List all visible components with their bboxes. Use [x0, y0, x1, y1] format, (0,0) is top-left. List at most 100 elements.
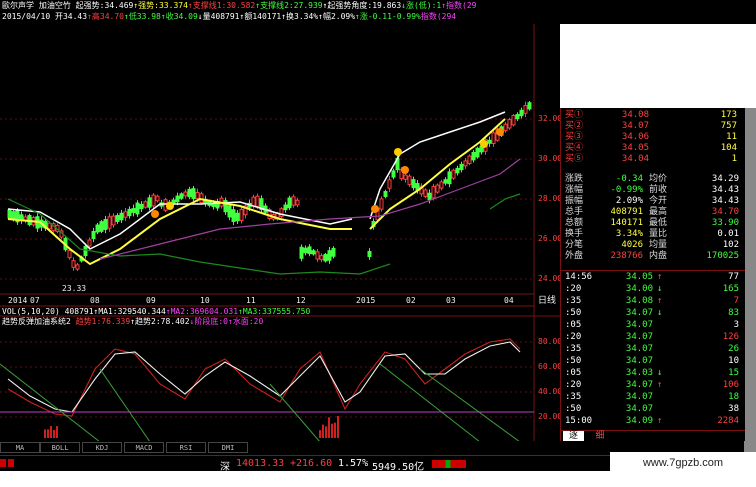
tab-rsi[interactable]: RSI	[166, 442, 206, 453]
header1-seg-7: ↑指数(29	[441, 1, 477, 10]
candle-body	[451, 169, 456, 179]
header2-seg-8: ↑涨-0.11-0.99%	[355, 12, 421, 21]
stat-value: 34.70	[711, 207, 739, 217]
period-label[interactable]: 日线	[538, 296, 556, 306]
stat-value: 4026	[621, 240, 643, 250]
stat-row: 分笔 4026 均量 102	[563, 240, 743, 251]
empty-region	[560, 24, 756, 108]
tab-macd[interactable]: MACD	[124, 442, 164, 453]
stat-value: -0.99%	[610, 185, 643, 195]
signal-marker-icon	[480, 140, 488, 148]
signal-marker-icon	[151, 210, 159, 218]
candle-body	[491, 132, 496, 145]
candle-body	[67, 249, 72, 259]
stat-row: 外盘 238766 内盘 170025	[563, 251, 743, 262]
tick-time: 15:00	[565, 416, 593, 426]
header1-seg-2: ↑强势:33.374	[133, 1, 188, 10]
indicator-tick: 60.00	[538, 362, 563, 371]
price-tick: 30.00	[538, 154, 563, 163]
tick-row: :35 34.08 ↑ 7	[563, 296, 743, 307]
stat-label: 最低	[649, 218, 668, 228]
candle-body	[179, 193, 184, 199]
signal-marker-icon	[394, 148, 402, 156]
tick-price: 34.03	[625, 368, 653, 378]
candle-body	[11, 211, 16, 220]
candle-body	[459, 163, 464, 171]
candle-body	[123, 211, 128, 218]
bid-label: 买③	[565, 132, 584, 142]
ind-seg-4: ↑水面:20	[228, 317, 264, 326]
indicator-tick: 20.00	[538, 412, 563, 421]
bid-level-row: 买① 34.08 173	[563, 110, 743, 121]
tab-boll[interactable]: BOLL	[40, 442, 80, 453]
tick-volume: 15	[728, 368, 739, 378]
candle-body	[135, 202, 140, 215]
candle-body	[291, 196, 296, 206]
stat-value: 408791	[610, 207, 643, 217]
stat-row: 振幅 2.09% 今开 34.43	[563, 196, 743, 207]
date-tick: 2014	[8, 296, 28, 305]
header1-seg-0: 歐尔声学 加油空竹	[2, 1, 71, 10]
tab-dmi[interactable]: DMI	[208, 442, 248, 453]
tick-arrow: ↑	[657, 272, 663, 282]
date-tick: 07	[30, 296, 40, 305]
tick-time: :20	[565, 332, 582, 342]
tick-arrow: ↑	[657, 296, 663, 306]
header2-seg-4: ↓量408791	[197, 12, 240, 21]
tick-arrow: ↓	[657, 308, 663, 318]
candle-body	[527, 102, 532, 110]
ind-seg-1: 趋势1:76.339	[70, 317, 131, 326]
bottom-tab-1[interactable]: 细	[589, 431, 610, 441]
bid-level-row: 买⑤ 34.04 1	[563, 154, 743, 165]
vol-seg-1: ↑MA1:329540.344	[93, 307, 166, 316]
tick-time: :50	[565, 308, 582, 318]
stat-label: 涨跌	[565, 174, 584, 184]
candle-body	[327, 250, 332, 261]
stat-label: 今开	[649, 196, 668, 206]
tick-time: :05	[565, 368, 582, 378]
candle-body	[407, 175, 412, 186]
vol-seg-0: VOL(5,10,20) 408791	[2, 307, 94, 316]
stat-value: 102	[722, 240, 739, 250]
index-change: +216.60	[290, 458, 333, 469]
stat-label: 最高	[649, 207, 668, 217]
header1-seg-1: 起强势:34.469	[70, 1, 134, 10]
candle-body	[139, 203, 144, 210]
candle-body	[115, 215, 120, 222]
tick-time: :35	[565, 392, 582, 402]
candle-body	[303, 247, 308, 254]
indicator-tick: 40.00	[538, 387, 563, 396]
candle-body	[383, 191, 388, 197]
tick-time: :05	[565, 320, 582, 330]
bottom-tab-0[interactable]: 逐	[563, 431, 585, 441]
tab-kdj[interactable]: KDJ	[82, 442, 122, 453]
tick-volume: 165	[722, 284, 739, 294]
index-pct: 1.57%	[338, 458, 369, 469]
candle-body	[87, 239, 92, 247]
candle-body	[107, 216, 112, 229]
candle-body	[127, 208, 132, 217]
tab-ma[interactable]: MA	[0, 442, 40, 453]
candle-body	[331, 247, 336, 257]
low-marker: 23.33	[62, 284, 87, 293]
candle-body	[103, 219, 108, 230]
candle-body	[387, 179, 392, 189]
candle-body	[111, 215, 116, 226]
stat-label: 外盘	[565, 251, 584, 261]
date-tick: 08	[90, 296, 100, 305]
tick-price: 34.05	[625, 272, 653, 282]
tick-price: 34.07	[625, 380, 653, 390]
bid-label: 买①	[565, 110, 584, 120]
candle-body	[367, 250, 372, 258]
header2-seg-3: ↑收34.09	[160, 12, 198, 21]
kline-chart[interactable]	[0, 24, 560, 442]
stat-row: 总额 140171 最低 33.90	[563, 218, 743, 229]
candle-body	[183, 191, 188, 197]
candle-body	[47, 222, 52, 230]
bid-volume: 173	[720, 110, 737, 120]
tick-time: :20	[565, 284, 582, 294]
window-border	[744, 108, 756, 472]
tick-time: :50	[565, 356, 582, 366]
candle-body	[423, 189, 428, 197]
stat-value: 238766	[610, 251, 643, 261]
